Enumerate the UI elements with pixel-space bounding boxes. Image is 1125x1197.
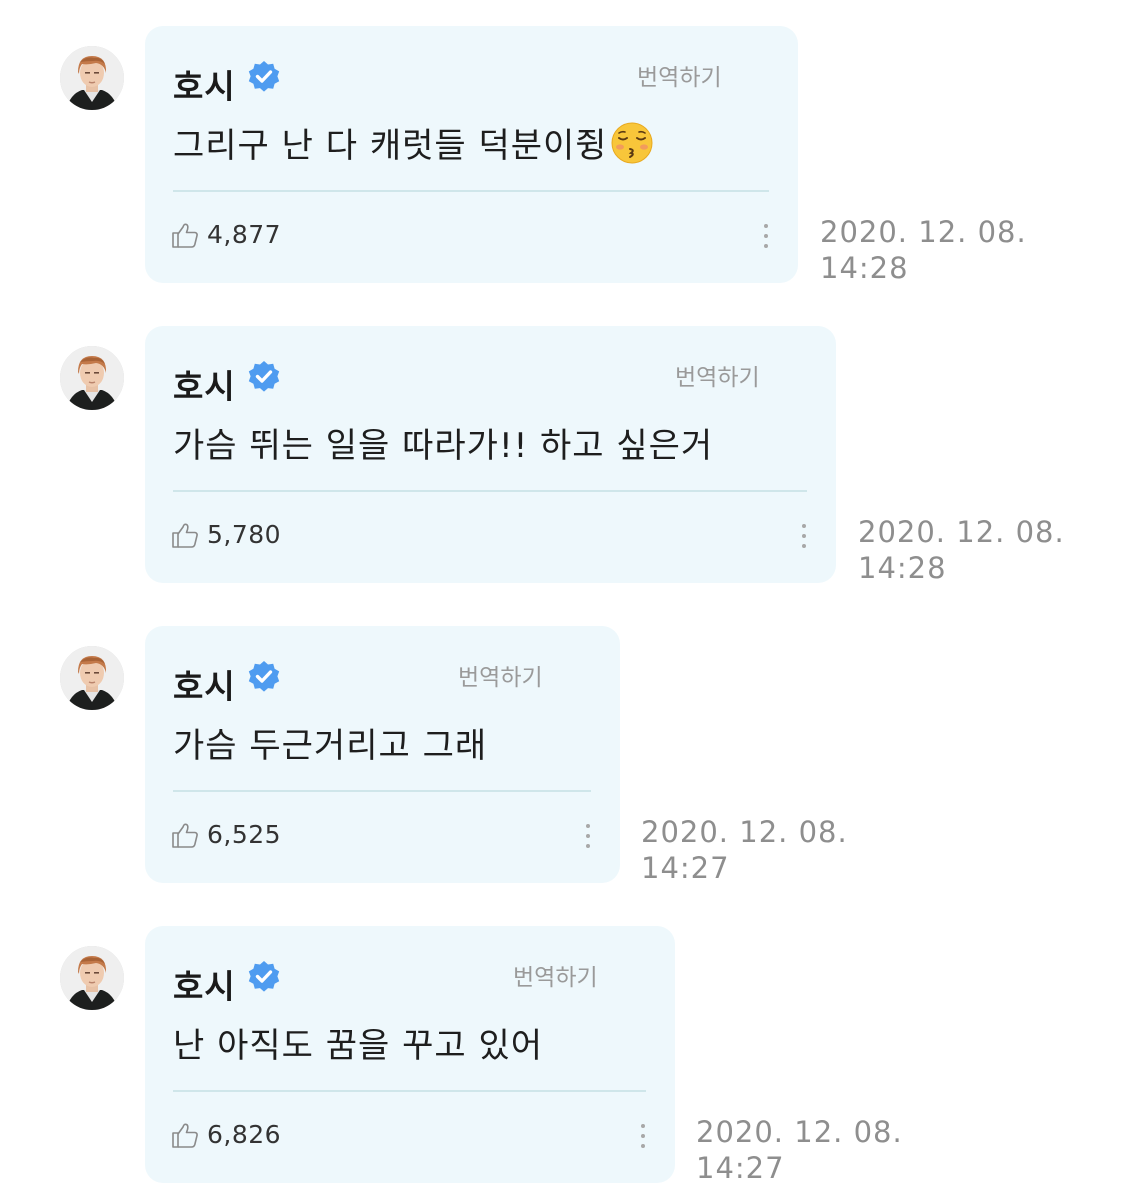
author-name[interactable]: 호시 (173, 60, 236, 108)
comment-item: 호시 번역하기 그리구 난 다 캐럿들 덕분이쥥 4,877 2020. 12.… (0, 26, 1125, 286)
author-name[interactable]: 호시 (173, 660, 236, 708)
timestamp: 2020. 12. 08. 14:27 (641, 815, 848, 885)
translate-button[interactable]: 번역하기 (513, 958, 598, 992)
like-icon[interactable] (171, 222, 199, 248)
like-count: 6,525 (207, 820, 282, 849)
timestamp: 2020. 12. 08. 14:28 (820, 215, 1027, 285)
like-count: 5,780 (207, 520, 282, 549)
comment-text: 가슴 두근거리고 그래 (173, 726, 488, 766)
comment-bubble: 호시 번역하기 그리구 난 다 캐럿들 덕분이쥥 4,877 (145, 26, 798, 283)
like-icon[interactable] (171, 822, 199, 848)
divider (173, 190, 769, 192)
author-name[interactable]: 호시 (173, 360, 236, 408)
comment-item: 호시 번역하기 가슴 두근거리고 그래 6,525 2020. 12. 08. … (0, 626, 1125, 886)
author-avatar[interactable] (60, 646, 124, 710)
comment-text: 가슴 뛰는 일을 따라가!! 하고 싶은거 (173, 426, 714, 466)
like-count: 6,826 (207, 1120, 282, 1149)
author-avatar[interactable] (60, 46, 124, 110)
more-options-icon[interactable] (585, 824, 591, 850)
divider (173, 490, 807, 492)
comment-bubble: 호시 번역하기 가슴 뛰는 일을 따라가!! 하고 싶은거 5,780 (145, 326, 836, 583)
kissing-face-emoji-icon (611, 122, 653, 164)
comment-item: 호시 번역하기 가슴 뛰는 일을 따라가!! 하고 싶은거 5,780 2020… (0, 326, 1125, 586)
verified-badge-icon (247, 60, 281, 94)
comment-item: 호시 번역하기 난 아직도 꿈을 꾸고 있어 6,826 2020. 12. 0… (0, 926, 1125, 1186)
comment-text: 난 아직도 꿈을 꾸고 있어 (173, 1026, 544, 1066)
more-options-icon[interactable] (801, 524, 807, 550)
divider (173, 1090, 646, 1092)
divider (173, 790, 591, 792)
timestamp: 2020. 12. 08. 14:28 (858, 515, 1065, 585)
like-icon[interactable] (171, 1122, 199, 1148)
translate-button[interactable]: 번역하기 (675, 358, 760, 392)
translate-button[interactable]: 번역하기 (458, 658, 543, 692)
author-avatar[interactable] (60, 346, 124, 410)
comment-bubble: 호시 번역하기 난 아직도 꿈을 꾸고 있어 6,826 (145, 926, 675, 1183)
author-avatar[interactable] (60, 946, 124, 1010)
comment-text: 그리구 난 다 캐럿들 덕분이쥥 (173, 118, 654, 167)
timestamp: 2020. 12. 08. 14:27 (696, 1115, 903, 1185)
like-icon[interactable] (171, 522, 199, 548)
translate-button[interactable]: 번역하기 (637, 58, 722, 92)
verified-badge-icon (247, 360, 281, 394)
more-options-icon[interactable] (763, 224, 769, 250)
author-name[interactable]: 호시 (173, 960, 236, 1008)
verified-badge-icon (247, 960, 281, 994)
more-options-icon[interactable] (640, 1124, 646, 1150)
like-count: 4,877 (207, 220, 282, 249)
verified-badge-icon (247, 660, 281, 694)
comment-bubble: 호시 번역하기 가슴 두근거리고 그래 6,525 (145, 626, 620, 883)
